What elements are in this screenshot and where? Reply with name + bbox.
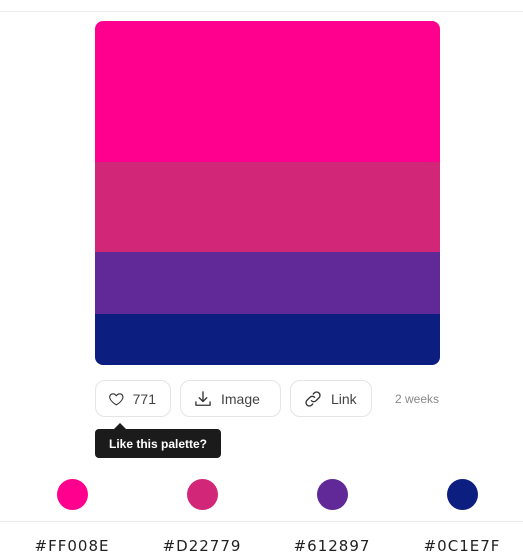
like-button[interactable]: 771 [95,380,171,417]
like-count: 771 [132,390,156,407]
heart-icon [109,392,124,405]
color-dot-4[interactable] [447,479,478,510]
bottom-divider [0,521,523,522]
image-button[interactable]: Image [180,380,281,417]
color-dots [0,479,523,511]
hex-codes: #FF008E #D22779 #612897 #0C1E7F [0,537,523,553]
swatch-3[interactable] [95,252,440,314]
color-dot-1[interactable] [57,479,88,510]
palette-actions: 771 Image Link 2 weeks [95,380,439,417]
hex-code-4[interactable]: #0C1E7F [407,537,517,553]
swatch-1[interactable] [95,21,440,162]
color-dot-3[interactable] [317,479,348,510]
download-icon [195,390,211,406]
swatch-4[interactable] [95,314,440,365]
hex-code-1[interactable]: #FF008E [17,537,127,553]
color-dot-2[interactable] [187,479,218,510]
hex-code-3[interactable]: #612897 [277,537,387,553]
hex-code-2[interactable]: #D22779 [147,537,257,553]
image-button-label: Image [221,390,260,407]
palette-page: 771 Image Link 2 weeks Like this palette… [0,0,523,553]
link-button[interactable]: Link [290,380,372,417]
link-button-label: Link [331,390,357,407]
like-tooltip: Like this palette? [95,429,221,458]
top-divider [0,11,523,12]
palette-preview[interactable] [95,21,440,365]
palette-age: 2 weeks [395,391,440,406]
swatch-2[interactable] [95,162,440,252]
link-icon [305,390,321,407]
